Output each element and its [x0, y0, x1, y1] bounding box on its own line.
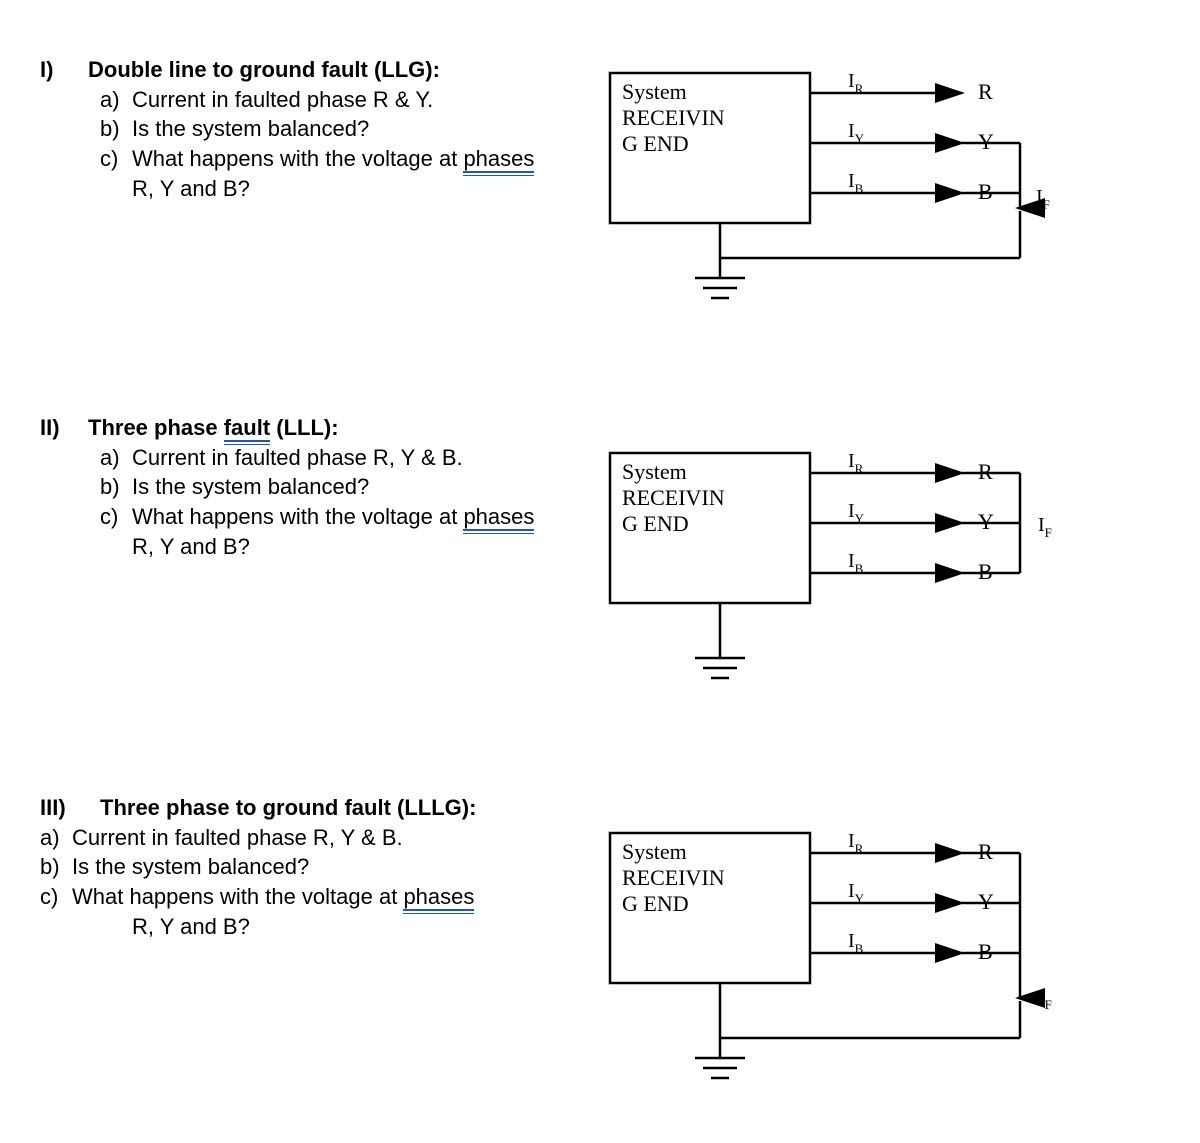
section-2-number: II): [40, 413, 88, 443]
svg-text:IF: IF: [1038, 514, 1052, 540]
d3-IYsub: Y: [855, 891, 865, 906]
d1-box2: RECEIVIN: [622, 105, 725, 130]
s2-c-pre: What happens with the voltage at: [132, 504, 463, 529]
s3-b-label: b): [40, 852, 72, 882]
page: I) Double line to ground fault (LLG): a)…: [0, 0, 1200, 1143]
s3-c-label: c): [40, 882, 72, 912]
section-1: I) Double line to ground fault (LLG): a)…: [40, 55, 1180, 323]
section-3: III) Three phase to ground fault (LLLG):…: [40, 793, 1180, 1103]
s2-b-text: Is the system balanced?: [132, 472, 600, 502]
s1-a-label: a): [100, 85, 132, 115]
s2-h-post: (LLL):: [270, 415, 338, 440]
d3-B: B: [978, 939, 993, 964]
d3-IF: I: [1038, 986, 1045, 1008]
s3-c-cont: R, Y and B?: [132, 914, 250, 939]
d3-IBsub: B: [855, 941, 864, 956]
s2-c-text: What happens with the voltage at phases: [132, 502, 600, 532]
d3-IB: I: [848, 930, 855, 952]
s1-c-label: c): [100, 144, 132, 174]
spellcheck-underline: phases: [403, 884, 474, 910]
s3-a-label: a): [40, 823, 72, 853]
section-1-text: I) Double line to ground fault (LLG): a)…: [40, 55, 600, 203]
s2-a-text: Current in faulted phase R, Y & B.: [132, 443, 600, 473]
s2-c-label: c): [100, 502, 132, 532]
d2-IYsub: Y: [855, 511, 865, 526]
d3-IRsub: R: [855, 841, 864, 856]
d2-IF: I: [1038, 514, 1045, 536]
s1-b-label: b): [100, 114, 132, 144]
d3-box2: RECEIVIN: [622, 865, 725, 890]
d2-Y: Y: [978, 509, 994, 534]
s3-b-text: Is the system balanced?: [72, 852, 600, 882]
s1-c-pre: What happens with the voltage at: [132, 146, 463, 171]
spellcheck-underline: fault: [224, 415, 270, 441]
d2-box2: RECEIVIN: [622, 485, 725, 510]
section-2-text: II) Three phase fault (LLL): a) Current …: [40, 413, 600, 561]
section-1-diagram: System RECEIVIN G END IR IY IB R Y: [600, 55, 1120, 323]
s2-a-label: a): [100, 443, 132, 473]
s2-b-label: b): [100, 472, 132, 502]
d2-R: R: [978, 459, 993, 484]
section-2: II) Three phase fault (LLL): a) Current …: [40, 413, 1180, 703]
d1-IR: I: [848, 70, 855, 92]
d2-IY: I: [848, 500, 855, 522]
s3-c-text: What happens with the voltage at phases: [72, 882, 600, 912]
d3-box1: System: [622, 839, 687, 864]
d1-IY: I: [848, 120, 855, 142]
d1-IYsub: Y: [855, 131, 865, 146]
svg-text:IF: IF: [1036, 186, 1050, 212]
d3-IFsub: F: [1045, 997, 1052, 1012]
d1-B: B: [978, 179, 993, 204]
s2-c-cont: R, Y and B?: [132, 534, 250, 559]
d1-IF: I: [1036, 186, 1043, 208]
d1-R: R: [978, 79, 993, 104]
d2-IBsub: B: [855, 561, 864, 576]
section-1-number: I): [40, 55, 88, 85]
s1-c-cont: R, Y and B?: [132, 176, 250, 201]
d3-box3: G END: [622, 891, 689, 916]
section-3-number: III): [40, 793, 100, 823]
d3-IY: I: [848, 880, 855, 902]
s3-a-text: Current in faulted phase R, Y & B.: [72, 823, 600, 853]
s1-a-text: Current in faulted phase R & Y.: [132, 85, 600, 115]
d1-IBsub: B: [855, 181, 864, 196]
spellcheck-underline: phases: [463, 504, 534, 530]
s1-c-text: What happens with the voltage at phases: [132, 144, 600, 174]
d3-R: R: [978, 839, 993, 864]
d1-IRsub: R: [855, 81, 864, 96]
d2-IB: I: [848, 550, 855, 572]
d1-IFsub: F: [1043, 197, 1050, 212]
s1-b-text: Is the system balanced?: [132, 114, 600, 144]
svg-text:IF: IF: [1038, 986, 1052, 1012]
section-3-diagram: System RECEIVIN G END IR IY IB R Y B: [600, 793, 1120, 1103]
d1-box1: System: [622, 79, 687, 104]
s2-h-pre: Three phase: [88, 415, 224, 440]
section-3-heading: Three phase to ground fault (LLLG):: [100, 793, 476, 823]
d2-IR: I: [848, 450, 855, 472]
section-2-heading: Three phase fault (LLL):: [88, 413, 339, 443]
d1-IB: I: [848, 170, 855, 192]
d3-Y: Y: [978, 889, 994, 914]
d2-box3: G END: [622, 511, 689, 536]
d1-box3: G END: [622, 131, 689, 156]
d2-B: B: [978, 559, 993, 584]
section-2-diagram: System RECEIVIN G END IR IY IB R Y B: [600, 413, 1120, 703]
s3-c-pre: What happens with the voltage at: [72, 884, 403, 909]
d2-IRsub: R: [855, 461, 864, 476]
spellcheck-underline: phases: [463, 146, 534, 172]
d2-box1: System: [622, 459, 687, 484]
d2-IFsub: F: [1045, 525, 1052, 540]
d3-IR: I: [848, 830, 855, 852]
d1-Y: Y: [978, 129, 994, 154]
section-3-text: III) Three phase to ground fault (LLLG):…: [40, 793, 600, 941]
section-1-heading: Double line to ground fault (LLG):: [88, 55, 440, 85]
